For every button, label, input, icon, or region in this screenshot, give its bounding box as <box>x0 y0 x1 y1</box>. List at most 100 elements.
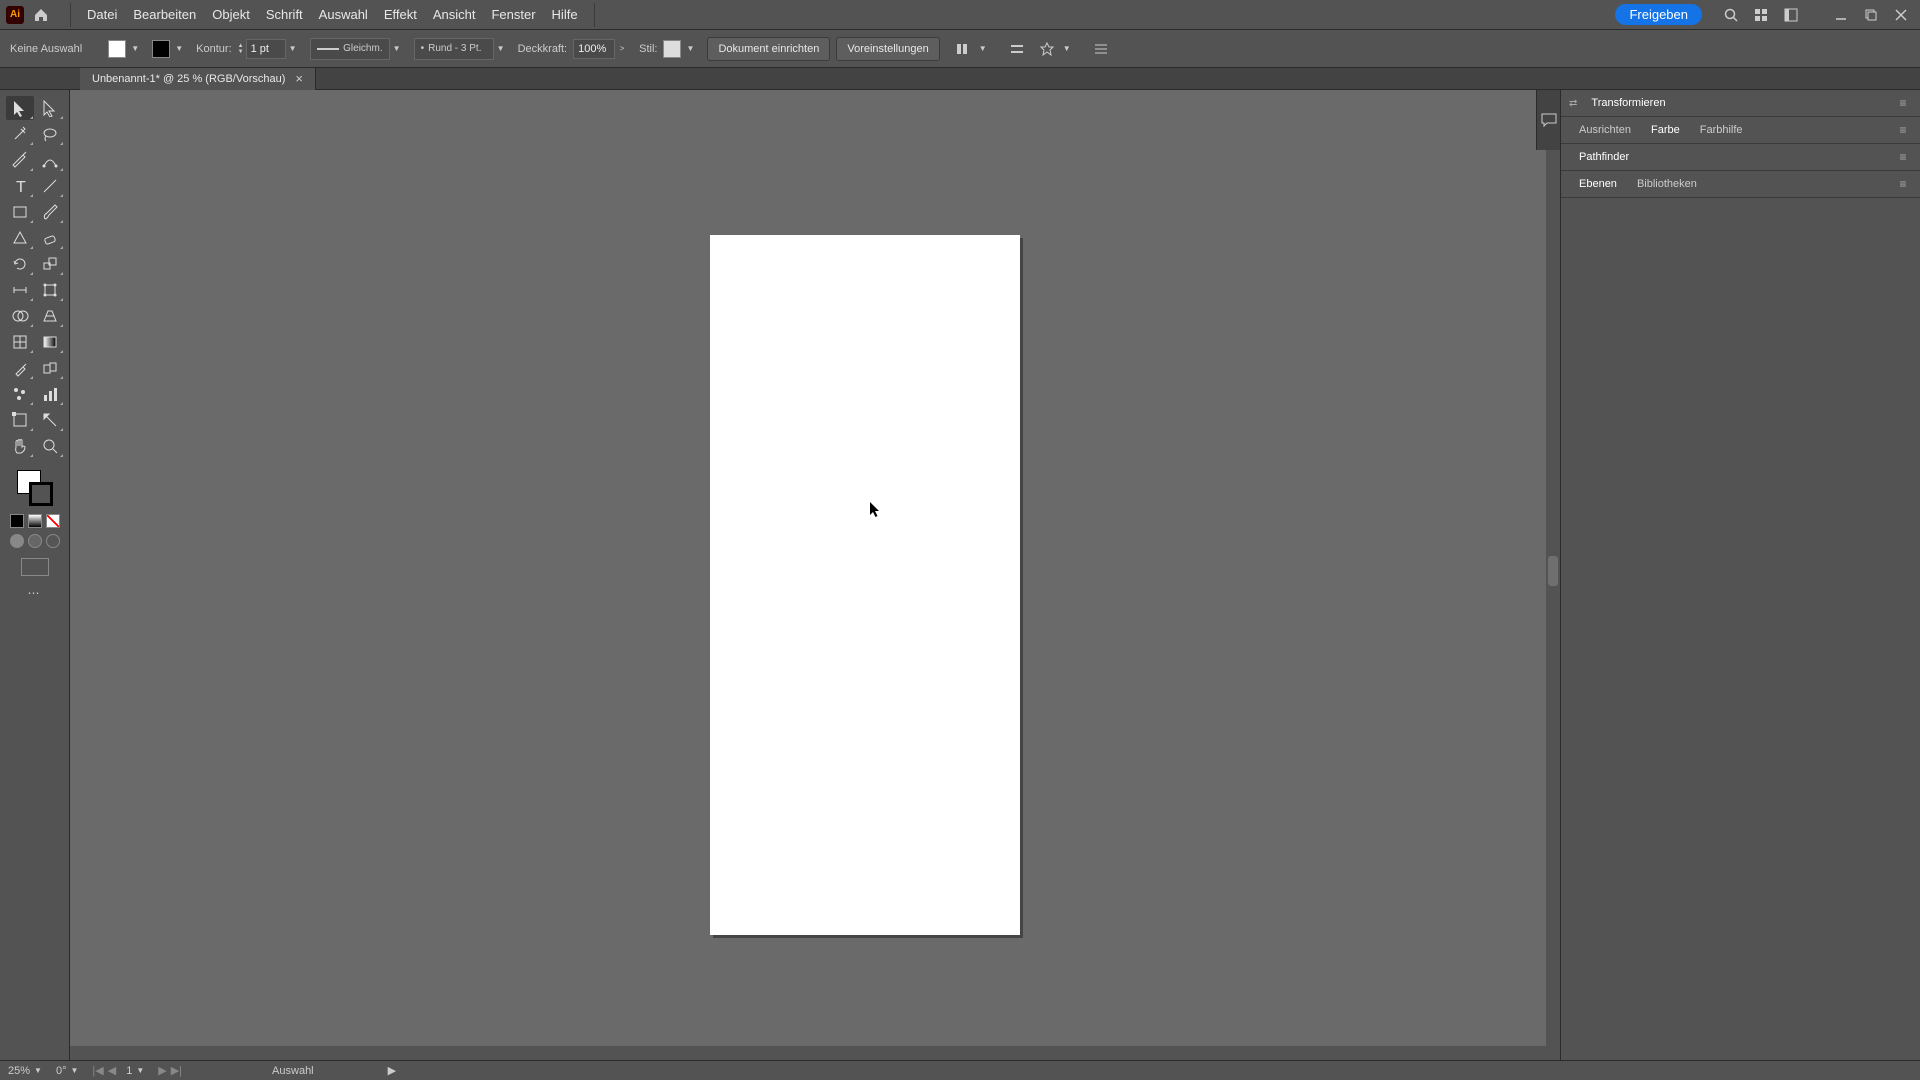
gradient-mode-icon[interactable] <box>28 514 42 528</box>
menu-fenster[interactable]: Fenster <box>483 0 543 30</box>
tab-transformieren[interactable]: Transformieren <box>1581 90 1675 116</box>
tool-shaper[interactable] <box>6 226 34 250</box>
panel-menu-icon[interactable]: ≡ <box>1894 177 1912 191</box>
share-button[interactable]: Freigeben <box>1615 4 1702 25</box>
document-tab[interactable]: Unbenannt-1* @ 25 % (RGB/Vorschau) × <box>80 68 316 90</box>
align-pref-icon[interactable] <box>950 36 976 62</box>
fill-stroke-indicator[interactable] <box>15 468 55 508</box>
panel-menu-icon[interactable]: ≡ <box>1894 96 1912 110</box>
tool-symbol-sprayer[interactable] <box>6 382 34 406</box>
menu-ansicht[interactable]: Ansicht <box>425 0 484 30</box>
stroke-weight-dropdown-icon[interactable]: ▼ <box>286 40 300 58</box>
tool-width[interactable] <box>6 278 34 302</box>
none-mode-icon[interactable] <box>46 514 60 528</box>
comment-icon[interactable] <box>1541 113 1557 127</box>
brush-dropdown-icon[interactable]: ▼ <box>494 40 508 58</box>
menu-hilfe[interactable]: Hilfe <box>544 0 586 30</box>
close-icon[interactable] <box>1888 2 1914 28</box>
tool-curvature[interactable] <box>36 148 64 172</box>
search-icon[interactable] <box>1718 2 1744 28</box>
artboard-nav[interactable]: |◀◀ <box>92 1064 116 1077</box>
style-dropdown-icon[interactable]: ▼ <box>683 40 697 58</box>
tab-ebenen[interactable]: Ebenen <box>1569 171 1627 197</box>
align-dropdown-icon[interactable]: ▼ <box>976 40 990 58</box>
stroke-weight-stepper[interactable]: ▲▼ <box>238 39 286 59</box>
panel-menu-icon[interactable] <box>1088 36 1114 62</box>
panel-menu-icon[interactable]: ≡ <box>1894 123 1912 137</box>
link-icon[interactable]: ⇄ <box>1569 98 1577 109</box>
pin-dropdown-icon[interactable]: ▼ <box>1060 40 1074 58</box>
opacity-dropdown-icon[interactable]: > <box>615 40 629 58</box>
tool-rotate[interactable] <box>6 252 34 276</box>
tool-rectangle[interactable] <box>6 200 34 224</box>
tool-artboard[interactable] <box>6 408 34 432</box>
home-icon[interactable] <box>30 4 52 26</box>
tool-gradient[interactable] <box>36 330 64 354</box>
isolate-pin-icon[interactable] <box>1034 36 1060 62</box>
artboard[interactable] <box>710 235 1020 935</box>
workspace-switcher-icon[interactable] <box>1778 2 1804 28</box>
brush-definition[interactable]: • Rund - 3 Pt. <box>414 38 494 60</box>
fill-dropdown-icon[interactable]: ▼ <box>128 40 142 58</box>
tool-mesh[interactable] <box>6 330 34 354</box>
tool-type[interactable]: T <box>6 174 34 198</box>
tool-zoom[interactable] <box>36 434 64 458</box>
tool-selection[interactable] <box>6 96 34 120</box>
tool-eraser[interactable] <box>36 226 64 250</box>
tab-pathfinder[interactable]: Pathfinder <box>1569 144 1639 170</box>
panel-menu-icon[interactable]: ≡ <box>1894 150 1912 164</box>
status-artboard[interactable]: 1▼ <box>126 1065 144 1077</box>
color-mode-icon[interactable] <box>10 514 24 528</box>
collapsed-panel-dock[interactable] <box>1536 90 1560 150</box>
vertical-scrollbar[interactable] <box>1546 90 1560 1060</box>
stroke-swatch[interactable] <box>152 40 170 58</box>
tool-line-segment[interactable] <box>36 174 64 198</box>
tool-perspective[interactable] <box>36 304 64 328</box>
profile-dropdown-icon[interactable]: ▼ <box>390 40 404 58</box>
tool-hand[interactable] <box>6 434 34 458</box>
stroke-indicator[interactable] <box>29 482 53 506</box>
tool-pen[interactable] <box>6 148 34 172</box>
status-zoom[interactable]: 25%▼ <box>8 1065 42 1077</box>
tool-direct-selection[interactable] <box>36 96 64 120</box>
menu-effekt[interactable]: Effekt <box>376 0 425 30</box>
fill-swatch[interactable] <box>108 40 126 58</box>
document-setup-button[interactable]: Dokument einrichten <box>707 37 830 61</box>
tab-ausrichten[interactable]: Ausrichten <box>1569 117 1641 143</box>
tool-eyedropper[interactable] <box>6 356 34 380</box>
stroke-profile[interactable]: Gleichm. <box>310 38 390 60</box>
minimize-icon[interactable] <box>1828 2 1854 28</box>
tool-slice[interactable] <box>36 408 64 432</box>
canvas[interactable] <box>70 90 1560 1060</box>
opacity-input[interactable] <box>573 39 615 59</box>
arrange-documents-icon[interactable] <box>1748 2 1774 28</box>
menu-auswahl[interactable]: Auswahl <box>311 0 376 30</box>
tool-blend[interactable] <box>36 356 64 380</box>
snap-options-icon[interactable] <box>1004 36 1030 62</box>
menu-objekt[interactable]: Objekt <box>204 0 258 30</box>
menu-schrift[interactable]: Schrift <box>258 0 311 30</box>
tool-magic-wand[interactable] <box>6 122 34 146</box>
stroke-dropdown-icon[interactable]: ▼ <box>172 40 186 58</box>
style-swatch[interactable] <box>663 40 681 58</box>
edit-toolbar-icon[interactable]: ⋯ <box>28 586 42 600</box>
menu-datei[interactable]: Datei <box>79 0 125 30</box>
close-tab-icon[interactable]: × <box>295 68 303 90</box>
tool-free-transform[interactable] <box>36 278 64 302</box>
artboard-nav-next[interactable]: ▶▶| <box>158 1064 182 1077</box>
draw-normal-icon[interactable] <box>10 534 24 548</box>
tool-scale[interactable] <box>36 252 64 276</box>
status-play-icon[interactable]: ▶ <box>388 1064 396 1077</box>
draw-inside-icon[interactable] <box>46 534 60 548</box>
tab-farbhilfe[interactable]: Farbhilfe <box>1690 117 1753 143</box>
menu-bearbeiten[interactable]: Bearbeiten <box>125 0 204 30</box>
horizontal-scrollbar[interactable] <box>70 1046 1546 1060</box>
tool-lasso[interactable] <box>36 122 64 146</box>
tool-paintbrush[interactable] <box>36 200 64 224</box>
tab-farbe[interactable]: Farbe <box>1641 117 1690 143</box>
draw-behind-icon[interactable] <box>28 534 42 548</box>
tab-bibliotheken[interactable]: Bibliotheken <box>1627 171 1707 197</box>
preferences-button[interactable]: Voreinstellungen <box>836 37 939 61</box>
tool-shape-builder[interactable] <box>6 304 34 328</box>
maximize-icon[interactable] <box>1858 2 1884 28</box>
